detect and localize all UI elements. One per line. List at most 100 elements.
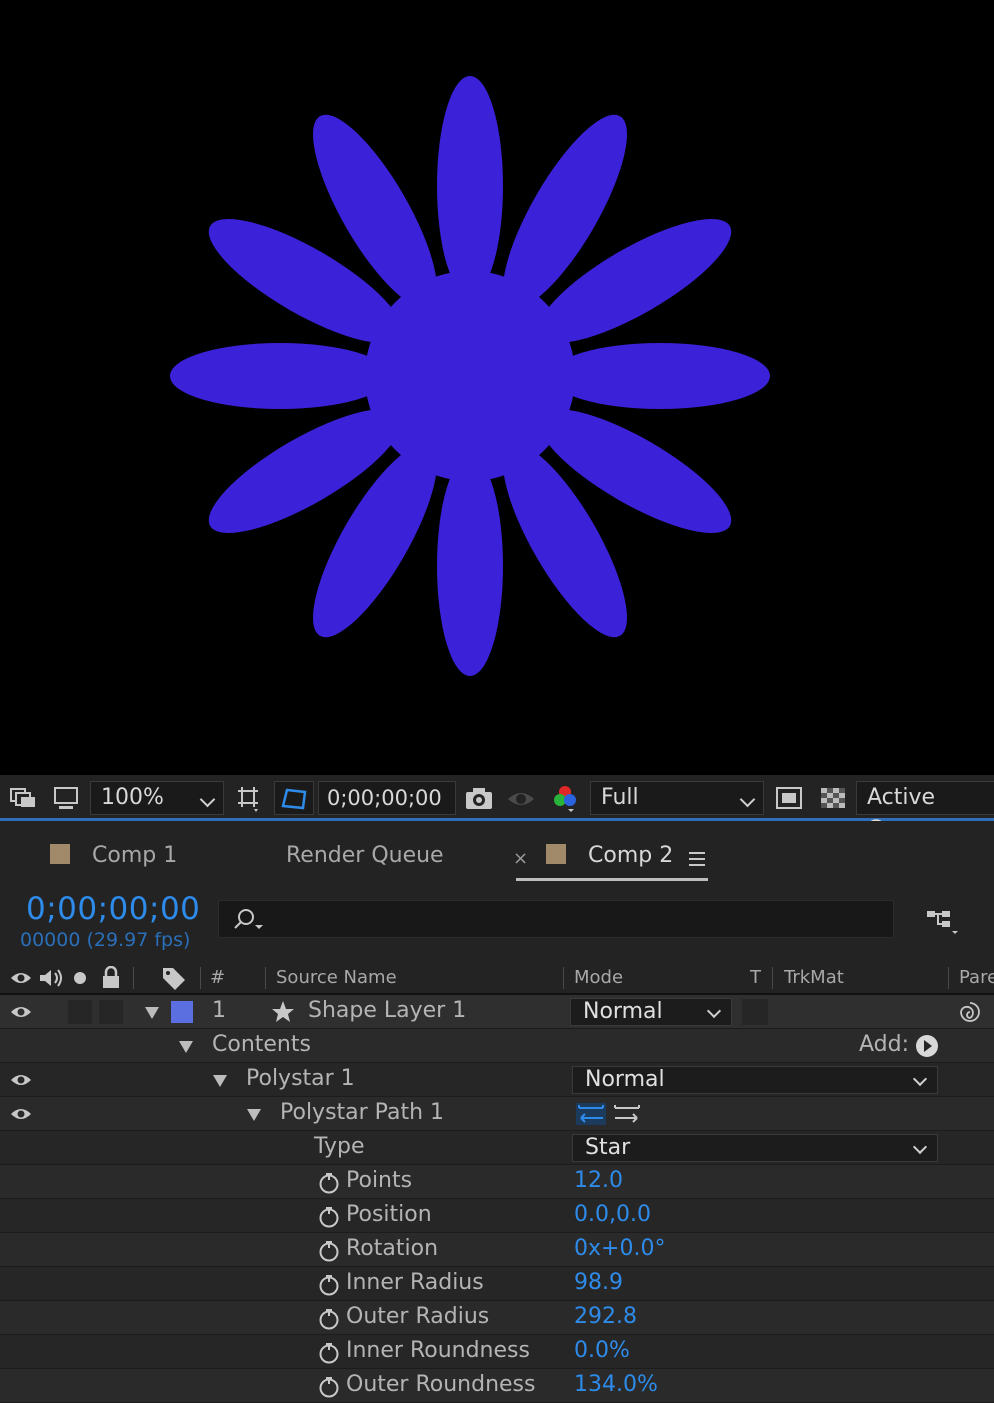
lock-switch[interactable] — [99, 1000, 123, 1024]
solo-switch-icon[interactable] — [72, 970, 88, 986]
path-direction-normal-icon[interactable] — [611, 1102, 643, 1126]
column-divider — [563, 967, 564, 989]
show-snapshot-icon[interactable] — [506, 783, 536, 813]
shape-layer-star-icon — [272, 1001, 294, 1022]
panel-menu-icon[interactable] — [688, 851, 706, 867]
always-preview-icon[interactable] — [8, 783, 38, 813]
property-value[interactable]: 0x+0.0° — [574, 1236, 665, 1261]
visibility-eye-icon[interactable] — [10, 1073, 32, 1087]
property-label: Inner Roundness — [346, 1338, 530, 1363]
column-divider — [133, 967, 134, 989]
column-divider — [265, 967, 266, 989]
polystar-path-row[interactable]: Polystar Path 1 — [0, 1097, 994, 1131]
layer-label-color[interactable] — [171, 1001, 193, 1023]
column-trkmat-header[interactable]: TrkMat — [784, 967, 844, 988]
stopwatch-icon[interactable] — [318, 1274, 340, 1296]
column-divider — [200, 967, 201, 989]
column-source-name-header[interactable]: Source Name — [276, 967, 397, 988]
tab-label: Comp 1 — [92, 843, 178, 868]
property-value[interactable]: 292.8 — [574, 1304, 637, 1329]
layer-row[interactable]: 1 Shape Layer 1 Normal — [0, 995, 994, 1029]
polystar-group-row[interactable]: Polystar 1 Normal — [0, 1063, 994, 1097]
monitor-icon[interactable] — [52, 783, 82, 813]
layer-name[interactable]: Shape Layer 1 — [308, 998, 466, 1023]
transparency-grid-icon[interactable] — [818, 783, 848, 813]
star-petal — [437, 76, 503, 296]
property-row-points[interactable]: Points 12.0 — [0, 1165, 994, 1199]
property-value[interactable]: 98.9 — [574, 1270, 623, 1295]
expand-triangle-icon[interactable] — [179, 1041, 193, 1053]
column-number-header[interactable]: # — [210, 967, 225, 988]
zoom-select[interactable]: 100% — [90, 781, 224, 815]
expand-triangle-icon[interactable] — [145, 1007, 159, 1019]
path-direction-reverse-icon[interactable] — [575, 1102, 607, 1126]
expand-triangle-icon[interactable] — [213, 1075, 227, 1087]
visibility-eye-icon[interactable] — [10, 1005, 32, 1019]
tab-comp-2[interactable]: Comp 2 — [546, 843, 673, 868]
label-tag-icon[interactable] — [160, 965, 188, 991]
preserve-transparency-switch[interactable] — [742, 999, 768, 1025]
tab-render-queue[interactable]: Render Queue — [286, 843, 444, 868]
chevron-down-icon — [912, 1139, 928, 1155]
type-property-row[interactable]: Type Star — [0, 1131, 994, 1165]
stopwatch-icon[interactable] — [318, 1342, 340, 1364]
property-row-outer-radius[interactable]: Outer Radius 292.8 — [0, 1301, 994, 1335]
tab-comp-1[interactable]: Comp 1 — [50, 843, 177, 868]
parent-pickwhip-icon[interactable] — [958, 1000, 982, 1024]
audio-switch-icon[interactable] — [38, 967, 64, 989]
resolution-select[interactable]: Full — [590, 781, 764, 815]
property-value[interactable]: 0.0,0.0 — [574, 1202, 651, 1227]
column-parent-header[interactable]: Parent — [959, 967, 994, 988]
property-value[interactable]: 12.0 — [574, 1168, 623, 1193]
search-icon — [234, 909, 263, 929]
chevron-down-icon — [739, 791, 756, 808]
camera-snapshot-icon[interactable] — [464, 783, 494, 813]
polystar-mode-select[interactable]: Normal — [572, 1066, 938, 1094]
mask-path-toggle[interactable] — [274, 781, 314, 815]
video-switch-icon[interactable] — [10, 970, 32, 986]
stopwatch-icon[interactable] — [318, 1240, 340, 1262]
property-label: Inner Radius — [346, 1270, 484, 1295]
close-tab-icon[interactable]: × — [513, 848, 528, 869]
comp-icon — [546, 844, 566, 864]
timeline-search-input[interactable] — [218, 900, 894, 938]
property-row-rotation[interactable]: Rotation 0x+0.0° — [0, 1233, 994, 1267]
property-label: Outer Radius — [346, 1304, 490, 1329]
column-mode-header[interactable]: Mode — [574, 967, 623, 988]
viewer-timecode[interactable]: 0;00;00;00 — [318, 781, 456, 815]
region-of-interest-icon[interactable] — [234, 783, 264, 813]
column-t-header[interactable]: T — [750, 967, 761, 988]
fast-previews-icon[interactable] — [774, 783, 804, 813]
star-type-value: Star — [585, 1135, 631, 1160]
star-shape[interactable] — [0, 0, 994, 775]
property-row-inner-radius[interactable]: Inner Radius 98.9 — [0, 1267, 994, 1301]
property-row-position[interactable]: Position 0.0,0.0 — [0, 1199, 994, 1233]
property-row-inner-roundness[interactable]: Inner Roundness 0.0% — [0, 1335, 994, 1369]
lock-icon[interactable] — [100, 966, 122, 990]
property-label: Rotation — [346, 1236, 439, 1261]
expand-triangle-icon[interactable] — [247, 1109, 261, 1121]
visibility-eye-icon[interactable] — [10, 1107, 32, 1121]
composition-viewer[interactable] — [0, 0, 994, 775]
comp-flowchart-icon[interactable] — [924, 907, 964, 937]
property-label: Outer Roundness — [346, 1372, 536, 1397]
star-type-select[interactable]: Star — [572, 1134, 938, 1162]
add-label: Add: — [859, 1032, 910, 1057]
layer-mode-select[interactable]: Normal — [570, 998, 732, 1026]
channels-icon[interactable] — [550, 783, 580, 813]
polystar-path-label: Polystar Path 1 — [280, 1100, 445, 1125]
stopwatch-icon[interactable] — [318, 1206, 340, 1228]
camera-select[interactable]: Active Camera — [856, 781, 994, 842]
stopwatch-icon[interactable] — [318, 1308, 340, 1330]
resolution-value: Full — [601, 785, 639, 810]
chevron-down-icon — [199, 791, 216, 808]
stopwatch-icon[interactable] — [318, 1172, 340, 1194]
property-row-outer-roundness[interactable]: Outer Roundness 134.0% — [0, 1369, 994, 1403]
solo-switch[interactable] — [68, 1000, 92, 1024]
property-value[interactable]: 0.0% — [574, 1338, 630, 1363]
contents-group-row[interactable]: Contents Add: — [0, 1029, 994, 1063]
current-time-display[interactable]: 0;00;00;00 — [26, 891, 200, 927]
add-property-icon[interactable] — [915, 1034, 939, 1058]
stopwatch-icon[interactable] — [318, 1376, 340, 1398]
property-value[interactable]: 134.0% — [574, 1372, 658, 1397]
